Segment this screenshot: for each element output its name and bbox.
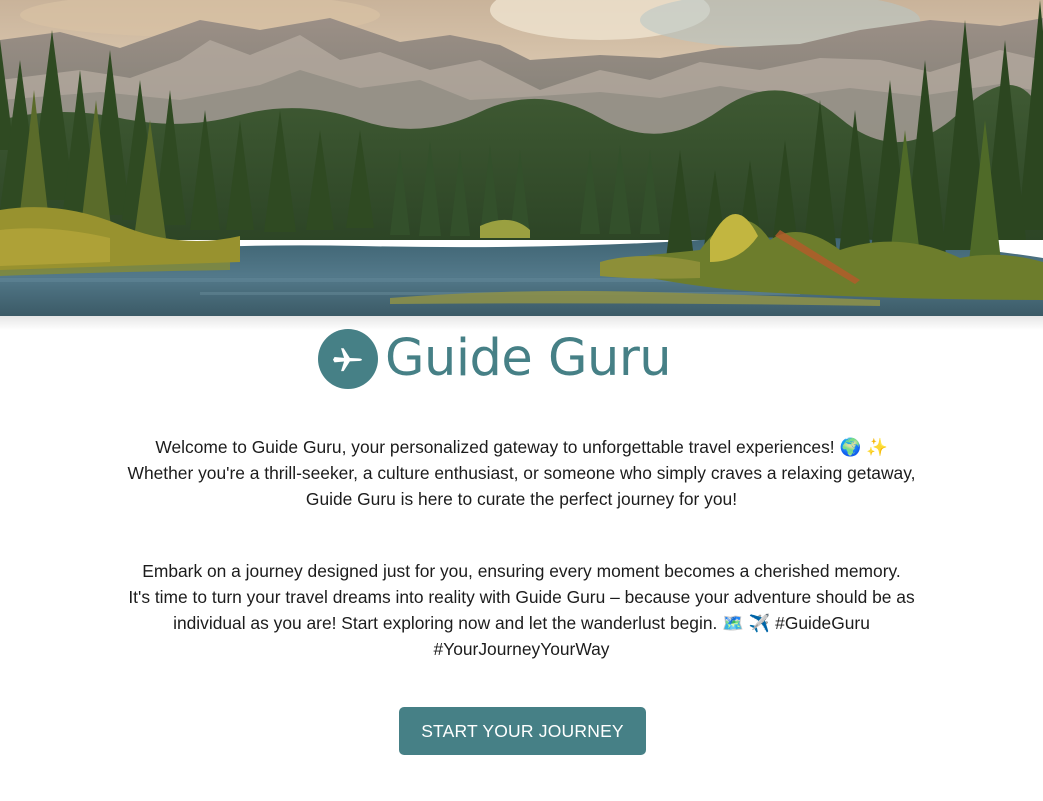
outro-paragraph: Embark on a journey designed just for yo… [60, 558, 983, 662]
outro-line: individual as you are! Start exploring n… [173, 613, 870, 633]
outro-line: #YourJourneyYourWay [433, 639, 610, 659]
brand-name: Guide Guru [385, 328, 672, 388]
brand-logo: Guide Guru [318, 328, 672, 390]
intro-line: Whether you're a thrill-seeker, a cultur… [127, 463, 916, 483]
airplane-icon [318, 329, 378, 389]
landing-page: Guide Guru Welcome to Guide Guru, your p… [0, 0, 1043, 801]
intro-line: Welcome to Guide Guru, your personalized… [155, 437, 888, 457]
intro-paragraph: Welcome to Guide Guru, your personalized… [60, 434, 983, 512]
hero-image [0, 0, 1043, 316]
outro-line: Embark on a journey designed just for yo… [142, 561, 901, 581]
outro-line: It's time to turn your travel dreams int… [128, 587, 915, 607]
intro-line: Guide Guru is here to curate the perfect… [305, 489, 738, 509]
start-journey-button[interactable]: START YOUR JOURNEY [399, 707, 646, 755]
